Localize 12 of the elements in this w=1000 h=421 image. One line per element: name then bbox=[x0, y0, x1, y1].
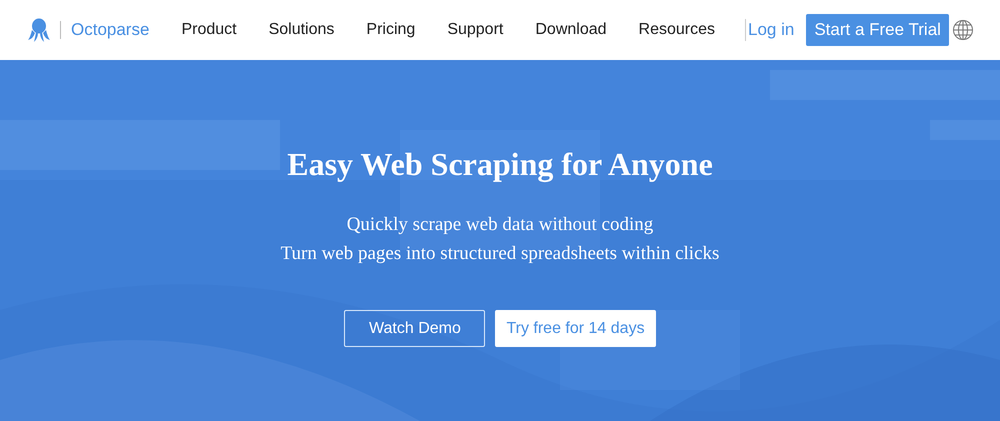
hero-title: Easy Web Scraping for Anyone bbox=[287, 145, 713, 184]
nav-link[interactable]: Download bbox=[535, 18, 607, 42]
nav-link[interactable]: Support bbox=[447, 18, 504, 42]
nav-link[interactable]: Pricing bbox=[366, 18, 416, 42]
hero-subtitle: Turn web pages into structured spreadsheets within clicks bbox=[280, 242, 720, 266]
nav-link[interactable]: Product bbox=[181, 18, 237, 42]
globe-icon[interactable] bbox=[952, 19, 974, 41]
hero-subtitle: Quickly scrape web data without coding bbox=[346, 213, 654, 237]
watch-demo-button[interactable]: Watch Demo bbox=[344, 310, 486, 347]
octopus-logo-icon bbox=[28, 18, 50, 42]
nav-link[interactable]: Solutions bbox=[268, 18, 334, 42]
nav-link[interactable]: Resources bbox=[638, 18, 715, 42]
